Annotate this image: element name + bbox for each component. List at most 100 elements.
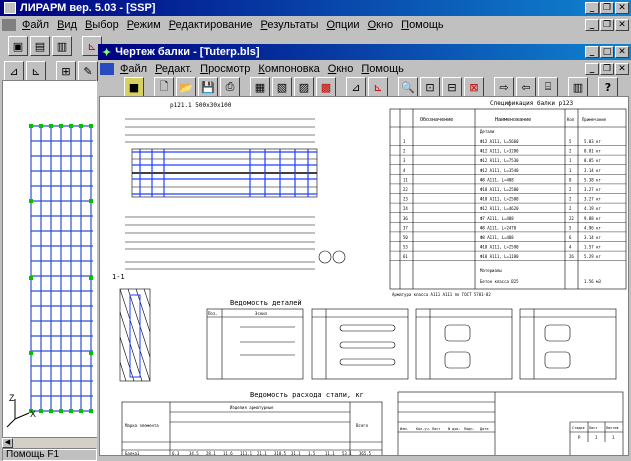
child-title: Чертеж балки - [Tuterp.bls] — [115, 46, 260, 58]
spec-header-note: Примечание — [582, 117, 607, 122]
child-menu-window[interactable]: Окно — [324, 63, 358, 75]
child-app-icon[interactable]: ✦ — [102, 46, 111, 59]
spec-concrete-amount: 1.56 м3 — [584, 279, 601, 284]
spec-row-qty: 6 — [569, 235, 572, 240]
section-icon[interactable]: ⊟ — [442, 77, 462, 97]
main-menu-bar: Файл Вид Выбор Режим Редактирование Резу… — [0, 17, 631, 33]
scroll-left-arrow[interactable]: ◀ — [2, 438, 13, 448]
spec-row-qty: 22 — [569, 216, 574, 221]
stamp-header: Подп. — [464, 427, 475, 431]
open-file-icon[interactable]: 📂 — [176, 77, 196, 97]
beam-drawing[interactable]: p121.1 500x30x100 1-1 Ведомость деталей … — [100, 97, 629, 456]
child-menu-edit[interactable]: Редакт. — [151, 63, 196, 75]
app-icon[interactable] — [4, 2, 16, 14]
child-mdi-minimize[interactable]: _ — [585, 63, 599, 75]
child-minimize-button[interactable]: _ — [585, 46, 599, 58]
left-hscrollbar[interactable]: ◀ — [2, 437, 97, 448]
steel-value: 31.1 — [291, 451, 301, 456]
menu-view[interactable]: Вид — [53, 19, 81, 31]
menu-select[interactable]: Выбор — [81, 19, 123, 31]
spec-row-note: 3.27 кг — [584, 197, 601, 202]
child-mdi-close[interactable]: ✕ — [615, 63, 629, 75]
toolbar-button-1[interactable]: ▣ — [8, 36, 28, 56]
layout-icon-1[interactable]: ▦ — [250, 77, 270, 97]
spec-row-pos: 1 — [403, 139, 406, 144]
left-tool-4[interactable]: ✎ — [78, 61, 98, 81]
mdi-minimize-button[interactable]: _ — [585, 19, 599, 31]
menu-window[interactable]: Окно — [364, 19, 398, 31]
stop-icon[interactable]: ■ — [124, 77, 144, 97]
restore-button[interactable]: ❐ — [600, 2, 614, 14]
spec-row-name: Ф7 A111, L=488 — [480, 216, 514, 221]
zoom-icon[interactable]: 🔍 — [398, 77, 418, 97]
spec-header-designation: Обозначение — [420, 116, 453, 123]
arrow-right-icon[interactable]: ⇨ — [494, 77, 514, 97]
stamp-sheet-value: 1 — [612, 435, 615, 440]
arrow-left-icon[interactable]: ⇦ — [516, 77, 536, 97]
spec-row-pos: 4 — [403, 168, 406, 173]
spec-row-pos: 23 — [403, 197, 408, 202]
close-button[interactable]: ✕ — [615, 2, 629, 14]
child-title-bar[interactable]: ✦ Чертеж балки - [Tuterp.bls] _ □ ✕ — [98, 44, 631, 60]
print-icon[interactable]: ⎙ — [220, 77, 240, 97]
steel-title: Ведомость расхода стали, кг — [250, 391, 364, 399]
spec-row-note: 4.19 кг — [584, 206, 601, 211]
mdi-close-button[interactable]: ✕ — [615, 19, 629, 31]
spec-header-name: Наименование — [495, 117, 531, 123]
left-tool-2[interactable]: ⊾ — [26, 61, 46, 81]
axis-z-label: Z — [9, 393, 15, 403]
stamp-header: Лист — [432, 427, 440, 431]
spec-row-note: 8.81 кг — [584, 149, 601, 154]
child-menu-help[interactable]: Помощь — [357, 63, 408, 75]
menu-edit[interactable]: Редактирование — [165, 19, 257, 31]
menu-mode[interactable]: Режим — [123, 19, 165, 31]
child-maximize-button[interactable]: □ — [600, 46, 614, 58]
steel-value: 11.1 — [325, 451, 335, 456]
child-menu-file[interactable]: Файл — [116, 63, 151, 75]
spec-row-note: 5.29 кг — [584, 254, 601, 259]
menu-file[interactable]: Файл — [18, 19, 53, 31]
spec-title: Спецификация балки p123 — [490, 100, 573, 107]
spec-row-name: Ф12 A111, L=3280 — [480, 149, 519, 154]
steel-header-total: Всего — [356, 423, 369, 428]
child-menu-layout[interactable]: Компоновка — [254, 63, 323, 75]
menu-help[interactable]: Помощь — [397, 19, 448, 31]
toolbar-button-3[interactable]: ▥ — [52, 36, 72, 56]
left-tool-1[interactable]: ⊿ — [4, 61, 24, 81]
left-tool-3[interactable]: ⊞ — [56, 61, 76, 81]
menu-app-icon[interactable] — [2, 19, 16, 31]
columns-icon[interactable]: ▥ — [568, 77, 588, 97]
details-header-pos: Поз. — [208, 311, 218, 316]
menu-options[interactable]: Опции — [322, 19, 363, 31]
layout-icon-4[interactable]: ▩ — [316, 77, 336, 97]
rebar-icon[interactable]: ⊾ — [368, 77, 388, 97]
spec-row-note: 4.96 кг — [584, 225, 601, 230]
child-toolbar: ■ 🗋 📂 💾 ⎙ ▦ ▧ ▨ ▩ ⊿ ⊾ 🔍 ⊡ ⊟ ⊠ ⇨ ⇦ ⌸ ▥ ? — [124, 77, 618, 97]
new-file-icon[interactable]: 🗋 — [154, 77, 174, 97]
table-icon[interactable]: ⊠ — [464, 77, 484, 97]
model-grid[interactable]: Z X — [3, 81, 97, 450]
beam-icon[interactable]: ⊿ — [346, 77, 366, 97]
child-menu-icon[interactable] — [100, 63, 114, 75]
layout-icon-2[interactable]: ▧ — [272, 77, 292, 97]
child-close-button[interactable]: ✕ — [615, 46, 629, 58]
drawing-canvas[interactable]: p121.1 500x30x100 1-1 Ведомость деталей … — [99, 96, 629, 456]
child-mdi-restore[interactable]: ❐ — [600, 63, 614, 75]
minimize-button[interactable]: _ — [585, 2, 599, 14]
steel-values: 6.3 34.5 28.1 11.6 111.1 21.1 318.5 31.1 1.5 11.1… — [172, 451, 372, 456]
child-menu-view[interactable]: Просмотр — [196, 63, 254, 75]
mdi-restore-button[interactable]: ❐ — [600, 19, 614, 31]
model-view-panel[interactable]: Z X — [2, 80, 97, 450]
grid-icon[interactable]: ⌸ — [538, 77, 558, 97]
stamp-header: Изм. — [400, 427, 408, 431]
menu-results[interactable]: Результаты — [257, 19, 323, 31]
steel-value: 11.6 — [223, 451, 233, 456]
spec-row-name: Ф18 A111, L=2580 — [480, 187, 519, 192]
spec-row-pos: 3 — [403, 158, 406, 163]
zoom-window-icon[interactable]: ⊡ — [420, 77, 440, 97]
app-title-bar[interactable]: ЛИРАРМ вер. 5.03 - [SSP] _ ❐ ✕ — [0, 0, 631, 16]
layout-icon-3[interactable]: ▨ — [294, 77, 314, 97]
help-icon[interactable]: ? — [598, 77, 618, 97]
toolbar-button-2[interactable]: ▤ — [30, 36, 50, 56]
save-icon[interactable]: 💾 — [198, 77, 218, 97]
